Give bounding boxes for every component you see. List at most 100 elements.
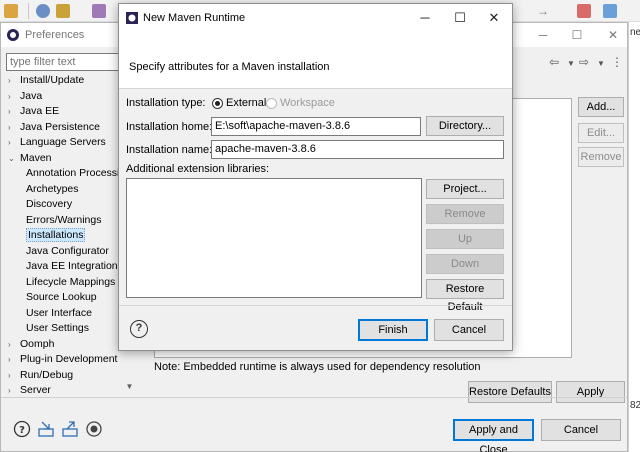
restore-default-button[interactable]: Restore Default bbox=[426, 279, 504, 313]
tree-item[interactable]: › Run/Debug bbox=[8, 368, 73, 383]
settings-icon[interactable] bbox=[36, 4, 50, 18]
tree-item[interactable]: › Java EE bbox=[8, 104, 59, 119]
tree-item-label: Java EE bbox=[20, 105, 60, 117]
tree-item[interactable]: › Server bbox=[8, 383, 51, 393]
installation-name-label: Installation name: bbox=[126, 144, 213, 156]
tree-item[interactable]: › Java Persistence bbox=[8, 120, 100, 135]
record-icon[interactable] bbox=[85, 420, 103, 438]
export-icon[interactable] bbox=[61, 420, 79, 438]
arrow-right-icon[interactable]: → bbox=[537, 4, 551, 18]
preferences-app-icon bbox=[7, 29, 19, 41]
edge-text-top: ne bbox=[630, 27, 640, 38]
tree-item[interactable]: User Interface bbox=[26, 306, 92, 321]
tree-item[interactable]: Annotation Processing bbox=[26, 166, 131, 181]
apply-button[interactable]: Apply bbox=[556, 381, 625, 403]
back-icon[interactable]: ⇦ bbox=[549, 55, 559, 69]
tree-item[interactable]: › Oomph bbox=[8, 337, 54, 352]
installation-name-input[interactable]: apache-maven-3.8.6 bbox=[211, 140, 504, 159]
tree-item[interactable]: ⌄ Maven bbox=[8, 151, 52, 166]
restore-defaults-button[interactable]: Restore Defaults bbox=[468, 381, 552, 403]
edit-button[interactable]: Edit... bbox=[578, 123, 624, 143]
installation-home-input[interactable]: E:\soft\apache-maven-3.8.6 bbox=[211, 117, 421, 136]
extension-libraries-list[interactable] bbox=[126, 178, 422, 298]
forward-icon[interactable]: ⇨ bbox=[579, 55, 589, 69]
external-radio[interactable] bbox=[212, 98, 223, 109]
pin-icon[interactable] bbox=[577, 4, 591, 18]
remove-library-button[interactable]: Remove bbox=[426, 204, 504, 224]
extension-libraries-label: Additional extension libraries: bbox=[126, 163, 270, 175]
installation-home-label: Installation home: bbox=[126, 121, 213, 133]
tree-item[interactable]: Discovery bbox=[26, 197, 72, 212]
tree-item-label: Lifecycle Mappings bbox=[26, 275, 116, 288]
chevron-right-icon[interactable]: › bbox=[8, 135, 20, 150]
dialog-titlebar: New Maven Runtime ─ ☐ ✕ bbox=[119, 4, 512, 31]
help-icon[interactable]: ? bbox=[13, 420, 31, 438]
chevron-right-icon[interactable]: › bbox=[8, 104, 20, 119]
new-icon[interactable] bbox=[4, 4, 18, 18]
add-button[interactable]: Add... bbox=[578, 97, 624, 117]
workspace-radio[interactable] bbox=[266, 98, 277, 109]
tree-item-label: Run/Debug bbox=[20, 368, 74, 381]
maximize-icon[interactable]: ☐ bbox=[569, 27, 585, 43]
wand-icon[interactable] bbox=[56, 4, 70, 18]
chevron-right-icon[interactable]: › bbox=[8, 73, 20, 88]
tree-item[interactable]: Lifecycle Mappings bbox=[26, 275, 115, 290]
installation-type-label: Installation type: bbox=[126, 97, 206, 109]
tree-item[interactable]: › Language Servers bbox=[8, 135, 106, 150]
perspective-icon[interactable] bbox=[603, 4, 617, 18]
tree-item-label: Language Servers bbox=[20, 136, 106, 148]
tree-item[interactable]: › Java bbox=[8, 89, 42, 104]
tree-item[interactable]: › Install/Update bbox=[8, 73, 84, 88]
chevron-right-icon[interactable]: › bbox=[8, 352, 20, 367]
dialog-close-icon[interactable]: ✕ bbox=[485, 9, 503, 27]
close-icon[interactable]: ✕ bbox=[605, 27, 621, 43]
tree-item-label: Maven bbox=[20, 151, 52, 164]
bottom-separator bbox=[1, 397, 627, 398]
chevron-right-icon[interactable]: › bbox=[8, 337, 20, 352]
forward-menu-icon[interactable]: ▼ bbox=[597, 59, 605, 68]
gear-icon[interactable] bbox=[92, 4, 106, 18]
import-icon[interactable] bbox=[37, 420, 55, 438]
chevron-right-icon[interactable]: › bbox=[8, 120, 20, 135]
tree-item-label: Java Configurator bbox=[26, 244, 109, 257]
tree-item-label: Install/Update bbox=[20, 74, 85, 86]
dialog-help-icon[interactable]: ? bbox=[130, 320, 148, 338]
dialog-minimize-icon[interactable]: ─ bbox=[416, 9, 434, 27]
tree-item[interactable]: Java Configurator bbox=[26, 244, 109, 259]
tree-item-label: Errors/Warnings bbox=[26, 213, 102, 226]
dialog-cancel-button[interactable]: Cancel bbox=[434, 319, 504, 341]
chevron-down-icon[interactable]: ⌄ bbox=[8, 151, 20, 166]
tree-item-label: Archetypes bbox=[26, 182, 79, 195]
tree-item[interactable]: Installations bbox=[26, 228, 86, 243]
chevron-right-icon[interactable]: › bbox=[8, 368, 20, 383]
tree-item[interactable]: Java EE Integration bbox=[26, 259, 118, 274]
dialog-separator bbox=[119, 305, 512, 306]
preferences-tree: › Install/Update › Java › Java EE › Java Persis… bbox=[6, 73, 136, 393]
filter-input[interactable] bbox=[6, 53, 136, 71]
dialog-maximize-icon[interactable]: ☐ bbox=[451, 9, 469, 27]
tree-item[interactable]: Archetypes bbox=[26, 182, 79, 197]
workspace-radio-label[interactable]: Workspace bbox=[280, 97, 335, 109]
directory-button[interactable]: Directory... bbox=[426, 116, 504, 136]
finish-button[interactable]: Finish bbox=[358, 319, 428, 341]
chevron-right-icon[interactable]: › bbox=[8, 89, 20, 104]
down-button[interactable]: Down bbox=[426, 254, 504, 274]
tree-item[interactable]: User Settings bbox=[26, 321, 89, 336]
project-button[interactable]: Project... bbox=[426, 179, 504, 199]
external-radio-label[interactable]: External bbox=[226, 97, 266, 109]
chevron-right-icon[interactable]: › bbox=[8, 383, 20, 393]
tree-item-label: Source Lookup bbox=[26, 291, 97, 303]
tree-item[interactable]: Errors/Warnings bbox=[26, 213, 101, 228]
preferences-cancel-button[interactable]: Cancel bbox=[541, 419, 621, 441]
new-maven-runtime-dialog: New Maven Runtime ─ ☐ ✕ Specify attribut… bbox=[118, 3, 513, 351]
tree-item[interactable]: Source Lookup bbox=[26, 290, 97, 305]
up-button[interactable]: Up bbox=[426, 229, 504, 249]
scroll-down-icon[interactable]: ▼ bbox=[123, 380, 136, 393]
minimize-icon[interactable]: ─ bbox=[535, 27, 551, 43]
tree-item[interactable]: › Plug-in Development bbox=[8, 352, 117, 367]
editor-edge bbox=[628, 22, 640, 452]
remove-button[interactable]: Remove bbox=[578, 147, 624, 167]
apply-and-close-button[interactable]: Apply and Close bbox=[453, 419, 534, 452]
back-menu-icon[interactable]: ▼ bbox=[567, 59, 575, 68]
view-menu-icon[interactable]: ⋮ bbox=[611, 55, 623, 69]
